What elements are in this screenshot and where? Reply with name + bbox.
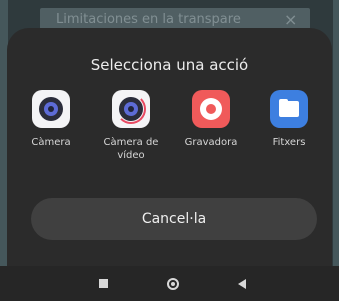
background-close-icon: × [284, 10, 298, 29]
action-files[interactable]: Fitxers [249, 90, 329, 149]
action-files-label: Fitxers [272, 137, 306, 148]
action-sheet: Selecciona una acció Càmera Càmera de ví… [7, 28, 332, 266]
action-list: Càmera Càmera de vídeo Gravadora Fitxers [7, 90, 332, 180]
action-video-camera-label: Càmera de vídeo [103, 137, 159, 161]
recorder-icon [192, 90, 230, 128]
action-camera[interactable]: Càmera [11, 90, 91, 149]
recent-apps-button[interactable] [83, 266, 123, 301]
navigation-bar [0, 266, 339, 301]
square-icon [98, 279, 108, 288]
folder-icon [270, 90, 308, 128]
camera-icon [32, 90, 70, 128]
action-video-camera[interactable]: Càmera de vídeo [91, 90, 171, 162]
action-camera-label: Càmera [31, 137, 71, 148]
home-circle-icon [167, 277, 179, 290]
home-button[interactable] [153, 266, 193, 301]
cancel-button[interactable]: Cancel·la [31, 198, 317, 240]
background-edge-right [333, 0, 339, 301]
background-banner-text: Limitaciones en la transpare [56, 12, 241, 27]
back-triangle-icon [238, 278, 246, 289]
action-recorder-label: Gravadora [184, 137, 238, 148]
video-camera-icon [112, 90, 150, 128]
action-recorder[interactable]: Gravadora [171, 90, 251, 149]
sheet-title: Selecciona una acció [90, 56, 249, 74]
back-button[interactable] [222, 266, 262, 301]
